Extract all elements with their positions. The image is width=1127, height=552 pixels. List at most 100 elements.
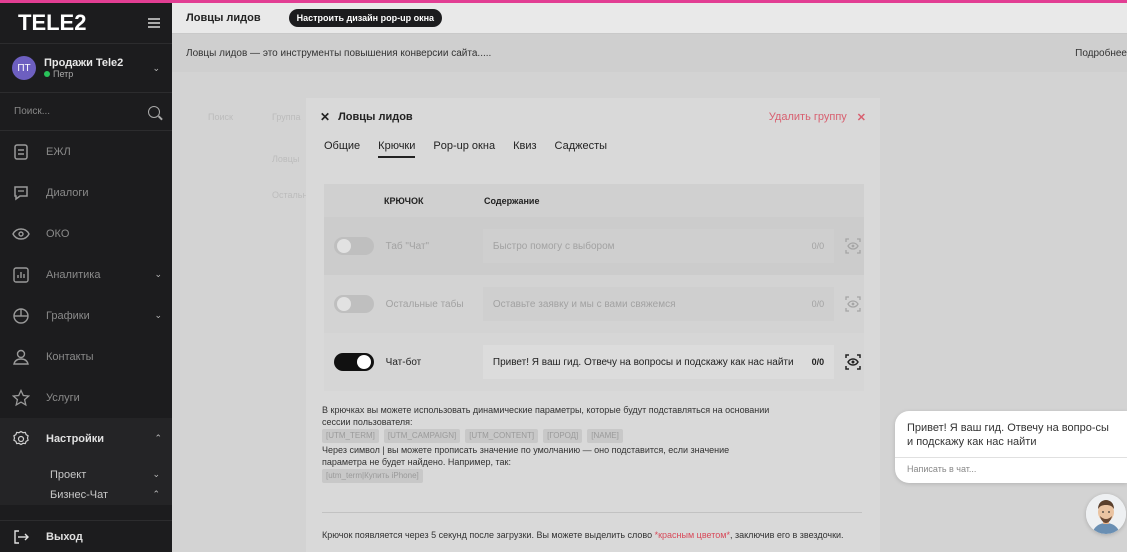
close-red-icon: ✕: [856, 111, 866, 124]
help-line: В крючках вы можете использовать динамич…: [322, 405, 770, 415]
account-user: Петр: [44, 69, 152, 79]
param-chips: [UTM_TERM] [UTM_CAMPAIGN] [UTM_CONTENT] …: [322, 429, 862, 443]
sidebar-item-label: Услуги: [46, 391, 80, 404]
sidebar-item-label: Аналитика: [46, 268, 101, 281]
tab-general[interactable]: Общие: [324, 140, 360, 158]
chat-message: Привет! Я ваш гид. Отвечу на вопро-сы и …: [907, 422, 1109, 448]
bg-row-cell: Ловцы: [272, 154, 300, 164]
page-title: Ловцы лидов: [186, 12, 261, 24]
param-chip[interactable]: [ГОРОД]: [543, 429, 583, 443]
sidebar-item-label: Диалоги: [46, 186, 89, 199]
chevron-up-icon: ⌃: [154, 433, 162, 443]
gear-icon: [10, 428, 32, 450]
sidebar-subitem-label: Проект: [50, 468, 87, 481]
sidebar-item-ezhl[interactable]: ЕЖЛ: [0, 131, 172, 172]
help-line: сессии пользователя:: [322, 417, 413, 427]
toggle-knob: [337, 297, 351, 311]
toggle-knob: [357, 355, 371, 369]
sidebar-item-oko[interactable]: ОКО: [0, 213, 172, 254]
top-bar: Ловцы лидов Настроить дизайн pop-up окна: [172, 3, 1127, 34]
divider: [895, 457, 1127, 458]
hook-content-text: Привет! Я ваш гид. Отвечу на вопросы и п…: [492, 356, 794, 368]
sidebar-item-settings[interactable]: Настройки ⌃: [0, 418, 172, 459]
preview-icon[interactable]: [842, 235, 864, 257]
param-chip[interactable]: [NAME]: [587, 429, 623, 443]
sidebar-item-analytics[interactable]: Аналитика ⌄: [0, 254, 172, 295]
hook-name: Таб "Чат": [385, 240, 430, 252]
param-chip[interactable]: [UTM_CAMPAIGN]: [383, 429, 461, 443]
design-popup-button[interactable]: Настроить дизайн pop-up окна: [288, 9, 443, 27]
exit-label: Выход: [46, 530, 83, 543]
bot-avatar[interactable]: [1086, 494, 1126, 534]
sidebar-item-label: Графики: [46, 309, 90, 322]
logo: TELE2: [18, 10, 87, 35]
sidebar-item-label: ЕЖЛ: [46, 145, 71, 158]
footnote-red-text: *красным цветом*: [654, 530, 730, 540]
param-chip[interactable]: [UTM_CONTENT]: [465, 429, 539, 443]
tab-suggests[interactable]: Саджесты: [555, 140, 608, 158]
table-header: КРЮЧОК Содержание: [324, 184, 864, 217]
search-input[interactable]: Поиск...: [0, 93, 172, 131]
hooks-table: КРЮЧОК Содержание Таб "Чат" Быстро помог…: [324, 184, 864, 391]
preview-icon[interactable]: [842, 351, 864, 373]
hook-toggle[interactable]: [334, 353, 374, 371]
hook-name: Остальные табы: [385, 298, 464, 310]
chevron-down-icon: ⌄: [152, 469, 160, 479]
column-header-hook: КРЮЧОК: [384, 195, 424, 206]
divider: [322, 512, 862, 513]
modal-title-wrap: ✕ Ловцы лидов: [320, 110, 413, 124]
sidebar-item-services[interactable]: Услуги: [0, 377, 172, 418]
sidebar: TELE2 ПТ Продажи Tele2 Петр ⌄ Поиск... Е…: [0, 3, 172, 552]
hook-content-input[interactable]: Оставьте заявку и мы с вами свяжемся 0/0: [482, 287, 835, 321]
hook-content-input[interactable]: Привет! Я ваш гид. Отвечу на вопросы и п…: [482, 345, 835, 379]
online-dot: [44, 71, 50, 77]
pie-chart-icon: [10, 305, 32, 327]
more-link[interactable]: Подробнее: [1075, 34, 1127, 72]
chat-widget-bubble[interactable]: Привет! Я ваш гид. Отвечу на вопро-сы и …: [895, 411, 1127, 483]
example-chip[interactable]: [utm_term|Купить iPhone]: [322, 469, 423, 483]
footnote-text-end: , заключив его в звездочки.: [729, 530, 844, 540]
tab-popups[interactable]: Pop-up окна: [433, 140, 495, 158]
exit-button[interactable]: Выход: [0, 520, 172, 552]
menu-icon[interactable]: [148, 18, 160, 28]
info-bar: Ловцы лидов — это инструменты повышения …: [172, 34, 1127, 72]
chat-input[interactable]: Написать в чат...: [907, 464, 976, 474]
help-line: параметра не будет найдено. Например, та…: [322, 457, 511, 467]
sidebar-subitem-project[interactable]: Проект ⌄: [0, 459, 172, 484]
sidebar-subitem-business-chat[interactable]: Бизнес-Чат ⌃: [0, 484, 172, 505]
logout-icon: [10, 526, 32, 548]
search-icon[interactable]: [148, 105, 160, 118]
avatar: ПТ: [12, 56, 36, 80]
eye-icon: [10, 223, 32, 245]
lead-catchers-modal: ✕ Ловцы лидов Удалить группу ✕ Общие Крю…: [306, 98, 880, 552]
tab-hooks[interactable]: Крючки: [378, 140, 416, 158]
bg-header-group: Группа: [272, 112, 301, 122]
account-user-name: Петр: [53, 69, 74, 79]
param-chip[interactable]: [UTM_TERM]: [322, 429, 379, 443]
close-icon[interactable]: ✕: [320, 110, 330, 124]
char-counter: 0/0: [811, 357, 825, 367]
account-switcher[interactable]: ПТ Продажи Tele2 Петр ⌄: [0, 43, 172, 93]
hook-toggle[interactable]: [334, 237, 374, 255]
modal-title: Ловцы лидов: [338, 111, 413, 123]
search-placeholder: Поиск...: [14, 106, 51, 117]
sidebar-item-label: Контакты: [46, 350, 94, 363]
sidebar-item-graphs[interactable]: Графики ⌄: [0, 295, 172, 336]
column-header-content: Содержание: [484, 195, 540, 206]
tab-quiz[interactable]: Квиз: [513, 140, 536, 158]
bg-row-cell: Остальн: [272, 190, 308, 200]
chevron-down-icon: ⌄: [154, 310, 162, 320]
delete-group-button[interactable]: Удалить группу ✕: [769, 111, 866, 124]
sidebar-item-contacts[interactable]: Контакты: [0, 336, 172, 377]
account-info: Продажи Tele2 Петр: [44, 57, 152, 79]
bar-chart-icon: [10, 264, 32, 286]
hook-toggle[interactable]: [334, 295, 374, 313]
bg-header-cell: Поиск: [208, 112, 233, 122]
sidebar-item-dialogs[interactable]: Диалоги: [0, 172, 172, 213]
preview-icon[interactable]: [842, 293, 864, 315]
user-icon: [10, 346, 32, 368]
hook-footnote: Крючок появляется через 5 секунд после з…: [322, 530, 844, 540]
chevron-down-icon: ⌄: [152, 62, 160, 73]
modal-header: ✕ Ловцы лидов Удалить группу ✕: [320, 110, 866, 124]
hook-content-input[interactable]: Быстро помогу с выбором 0/0: [482, 229, 835, 263]
